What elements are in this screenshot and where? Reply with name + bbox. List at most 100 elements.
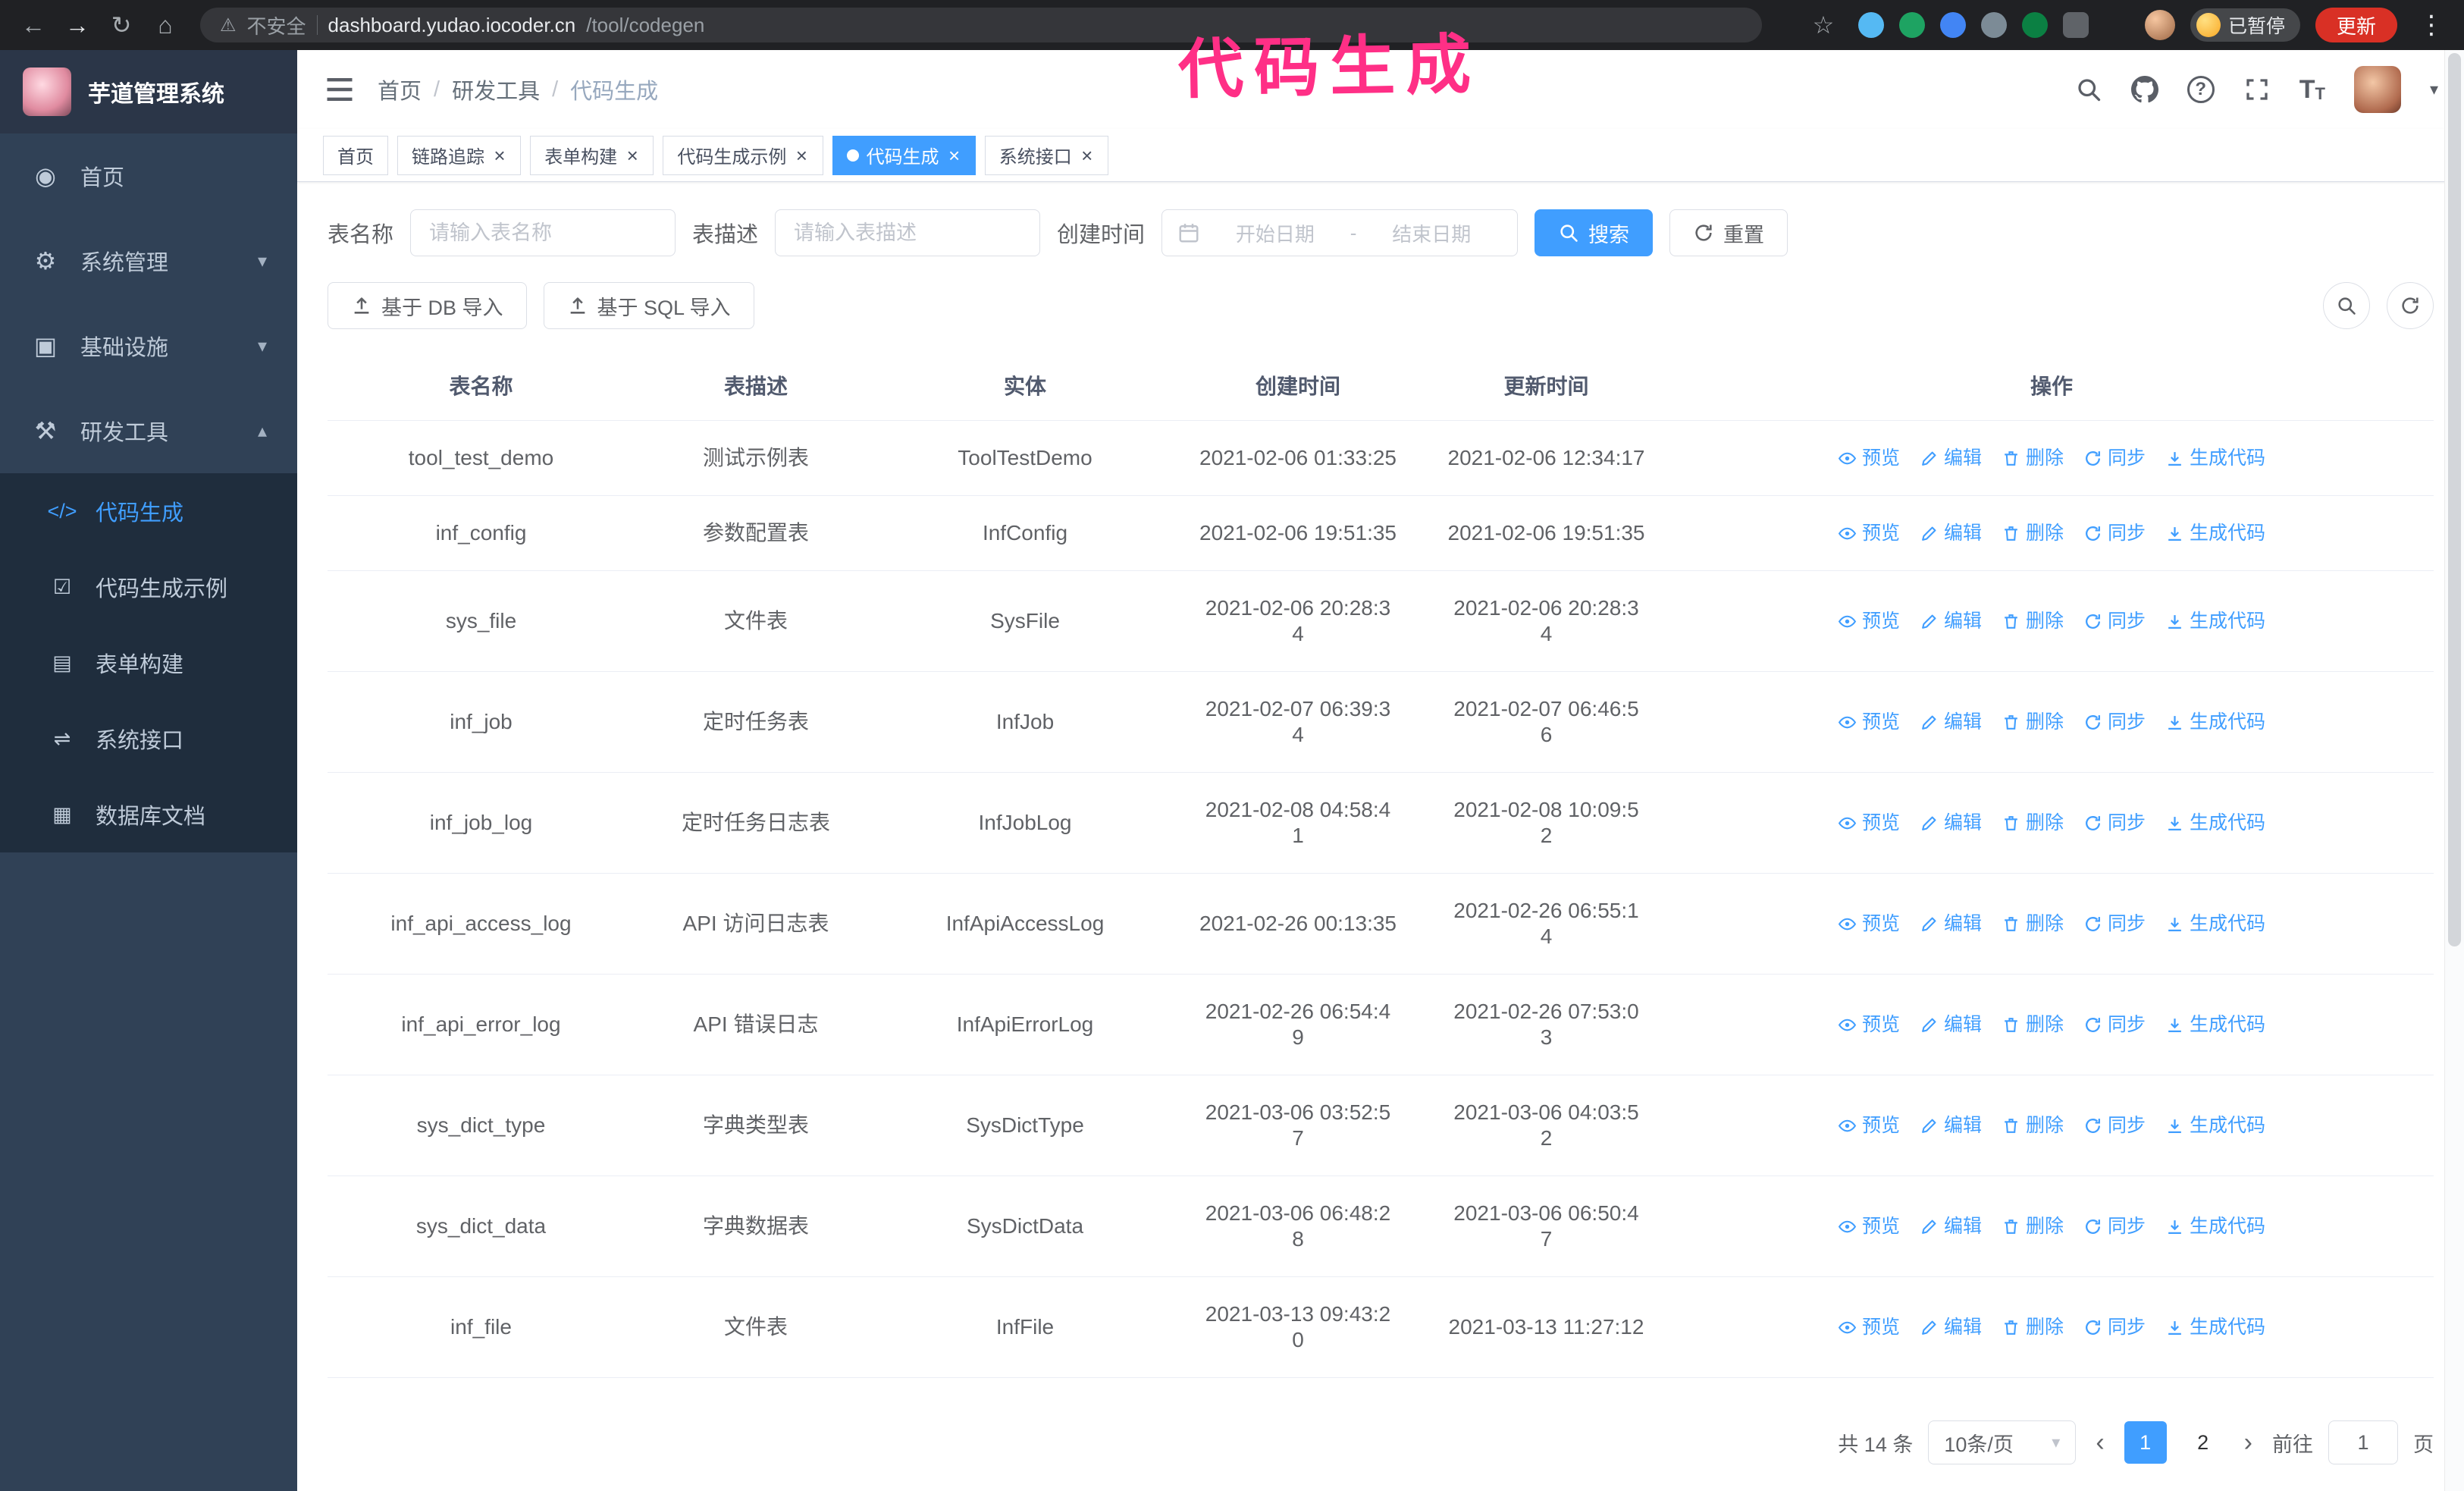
import-sql-button[interactable]: 基于 SQL 导入 bbox=[543, 282, 754, 329]
sync-link[interactable]: 同步 bbox=[2083, 1314, 2146, 1340]
extension-icon-4[interactable] bbox=[1980, 12, 2007, 38]
avatar-caret-icon[interactable]: ▾ bbox=[2430, 80, 2438, 99]
extensions-puzzle-icon[interactable] bbox=[2104, 12, 2130, 38]
delete-link[interactable]: 删除 bbox=[2002, 810, 2064, 836]
browser-profile-avatar[interactable] bbox=[2144, 10, 2175, 40]
tab[interactable]: 首页 bbox=[323, 135, 388, 175]
address-bar[interactable]: ⚠ 不安全 dashboard.yudao.iocoder.cn/tool/co… bbox=[200, 8, 1762, 42]
generate-code-link[interactable]: 生成代码 bbox=[2165, 608, 2265, 634]
generate-code-link[interactable]: 生成代码 bbox=[2165, 810, 2265, 836]
table-name-input[interactable] bbox=[410, 209, 676, 256]
generate-code-link[interactable]: 生成代码 bbox=[2165, 709, 2265, 735]
refresh-table-button[interactable] bbox=[2387, 282, 2434, 329]
generate-code-link[interactable]: 生成代码 bbox=[2165, 911, 2265, 937]
user-avatar[interactable] bbox=[2353, 66, 2401, 113]
edit-link[interactable]: 编辑 bbox=[1920, 1213, 1982, 1239]
reset-button[interactable]: 重置 bbox=[1669, 209, 1788, 256]
search-icon[interactable] bbox=[2075, 76, 2102, 103]
font-size-icon[interactable] bbox=[2299, 77, 2325, 102]
sidebar-submenu-item[interactable]: ▦ 数据库文档 bbox=[0, 777, 297, 852]
table-desc-input[interactable] bbox=[775, 209, 1041, 256]
paused-badge[interactable]: 已暂停 bbox=[2190, 8, 2300, 42]
sync-link[interactable]: 同步 bbox=[2083, 810, 2146, 836]
edit-link[interactable]: 编辑 bbox=[1920, 608, 1982, 634]
tab[interactable]: 表单构建 × bbox=[530, 135, 654, 175]
preview-link[interactable]: 预览 bbox=[1838, 1314, 1900, 1340]
prev-page-button[interactable]: ‹ bbox=[2091, 1428, 2108, 1458]
edit-link[interactable]: 编辑 bbox=[1920, 911, 1982, 937]
delete-link[interactable]: 删除 bbox=[2002, 911, 2064, 937]
tab[interactable]: 链路追踪 × bbox=[397, 135, 522, 175]
preview-link[interactable]: 预览 bbox=[1838, 1113, 1900, 1138]
edit-link[interactable]: 编辑 bbox=[1920, 520, 1982, 546]
browser-back-button[interactable]: ← bbox=[14, 5, 53, 45]
generate-code-link[interactable]: 生成代码 bbox=[2165, 445, 2265, 471]
sync-link[interactable]: 同步 bbox=[2083, 1012, 2146, 1037]
generate-code-link[interactable]: 生成代码 bbox=[2165, 520, 2265, 546]
bookmark-star-icon[interactable]: ☆ bbox=[1804, 5, 1843, 45]
generate-code-link[interactable]: 生成代码 bbox=[2165, 1314, 2265, 1340]
generate-code-link[interactable]: 生成代码 bbox=[2165, 1213, 2265, 1239]
close-icon[interactable]: × bbox=[492, 144, 506, 167]
next-page-button[interactable]: › bbox=[2240, 1428, 2257, 1458]
edit-link[interactable]: 编辑 bbox=[1920, 1113, 1982, 1138]
app-logo[interactable]: 芋道管理系统 bbox=[0, 50, 297, 133]
help-icon[interactable] bbox=[2187, 76, 2215, 103]
page-button-1[interactable]: 1 bbox=[2124, 1421, 2167, 1464]
sidebar-item[interactable]: ⚙ 系统管理 ▾ bbox=[0, 218, 297, 303]
edit-link[interactable]: 编辑 bbox=[1920, 1012, 1982, 1037]
sync-link[interactable]: 同步 bbox=[2083, 445, 2146, 471]
edit-link[interactable]: 编辑 bbox=[1920, 445, 1982, 471]
preview-link[interactable]: 预览 bbox=[1838, 520, 1900, 546]
sidebar-submenu-item[interactable]: ⇌ 系统接口 bbox=[0, 701, 297, 777]
delete-link[interactable]: 删除 bbox=[2002, 709, 2064, 735]
delete-link[interactable]: 删除 bbox=[2002, 1113, 2064, 1138]
sync-link[interactable]: 同步 bbox=[2083, 1113, 2146, 1138]
preview-link[interactable]: 预览 bbox=[1838, 709, 1900, 735]
edit-link[interactable]: 编辑 bbox=[1920, 810, 1982, 836]
tab[interactable]: 系统接口 × bbox=[984, 135, 1108, 175]
delete-link[interactable]: 删除 bbox=[2002, 608, 2064, 634]
close-icon[interactable]: × bbox=[794, 144, 808, 167]
delete-link[interactable]: 删除 bbox=[2002, 1012, 2064, 1037]
extension-icon-6[interactable] bbox=[2062, 12, 2089, 38]
preview-link[interactable]: 预览 bbox=[1838, 608, 1900, 634]
browser-forward-button[interactable]: → bbox=[58, 5, 97, 45]
sidebar-submenu-item[interactable]: ☑ 代码生成示例 bbox=[0, 549, 297, 625]
sync-link[interactable]: 同步 bbox=[2083, 709, 2146, 735]
generate-code-link[interactable]: 生成代码 bbox=[2165, 1113, 2265, 1138]
scrollbar[interactable] bbox=[2444, 50, 2464, 1491]
preview-link[interactable]: 预览 bbox=[1838, 1012, 1900, 1037]
page-button-2[interactable]: 2 bbox=[2182, 1421, 2224, 1464]
edit-link[interactable]: 编辑 bbox=[1920, 709, 1982, 735]
sidebar-item[interactable]: ⚒ 研发工具 ▴ bbox=[0, 388, 297, 473]
preview-link[interactable]: 预览 bbox=[1838, 445, 1900, 471]
date-range-picker[interactable]: 开始日期 - 结束日期 bbox=[1161, 209, 1519, 256]
breadcrumb-home[interactable]: 首页 bbox=[378, 74, 422, 105]
sidebar-item[interactable]: ◉ 首页 bbox=[0, 133, 297, 218]
import-db-button[interactable]: 基于 DB 导入 bbox=[328, 282, 527, 329]
extension-icon-1[interactable] bbox=[1857, 12, 1884, 38]
preview-link[interactable]: 预览 bbox=[1838, 911, 1900, 937]
github-icon[interactable] bbox=[2131, 76, 2158, 103]
extension-icon-2[interactable] bbox=[1898, 12, 1925, 38]
sync-link[interactable]: 同步 bbox=[2083, 911, 2146, 937]
delete-link[interactable]: 删除 bbox=[2002, 1213, 2064, 1239]
delete-link[interactable]: 删除 bbox=[2002, 445, 2064, 471]
generate-code-link[interactable]: 生成代码 bbox=[2165, 1012, 2265, 1037]
toggle-search-button[interactable] bbox=[2323, 282, 2370, 329]
preview-link[interactable]: 预览 bbox=[1838, 810, 1900, 836]
sync-link[interactable]: 同步 bbox=[2083, 1213, 2146, 1239]
goto-page-input[interactable] bbox=[2328, 1420, 2398, 1464]
sync-link[interactable]: 同步 bbox=[2083, 608, 2146, 634]
extension-icon-3[interactable] bbox=[1939, 12, 1966, 38]
extension-icon-5[interactable] bbox=[2021, 12, 2048, 38]
browser-reload-button[interactable]: ↻ bbox=[102, 5, 141, 45]
preview-link[interactable]: 预览 bbox=[1838, 1213, 1900, 1239]
edit-link[interactable]: 编辑 bbox=[1920, 1314, 1982, 1340]
fullscreen-icon[interactable] bbox=[2243, 76, 2271, 103]
scrollbar-thumb[interactable] bbox=[2448, 53, 2461, 946]
sidebar-item[interactable]: ▣ 基础设施 ▾ bbox=[0, 303, 297, 388]
delete-link[interactable]: 删除 bbox=[2002, 1314, 2064, 1340]
tab[interactable]: 代码生成示例 × bbox=[663, 135, 823, 175]
